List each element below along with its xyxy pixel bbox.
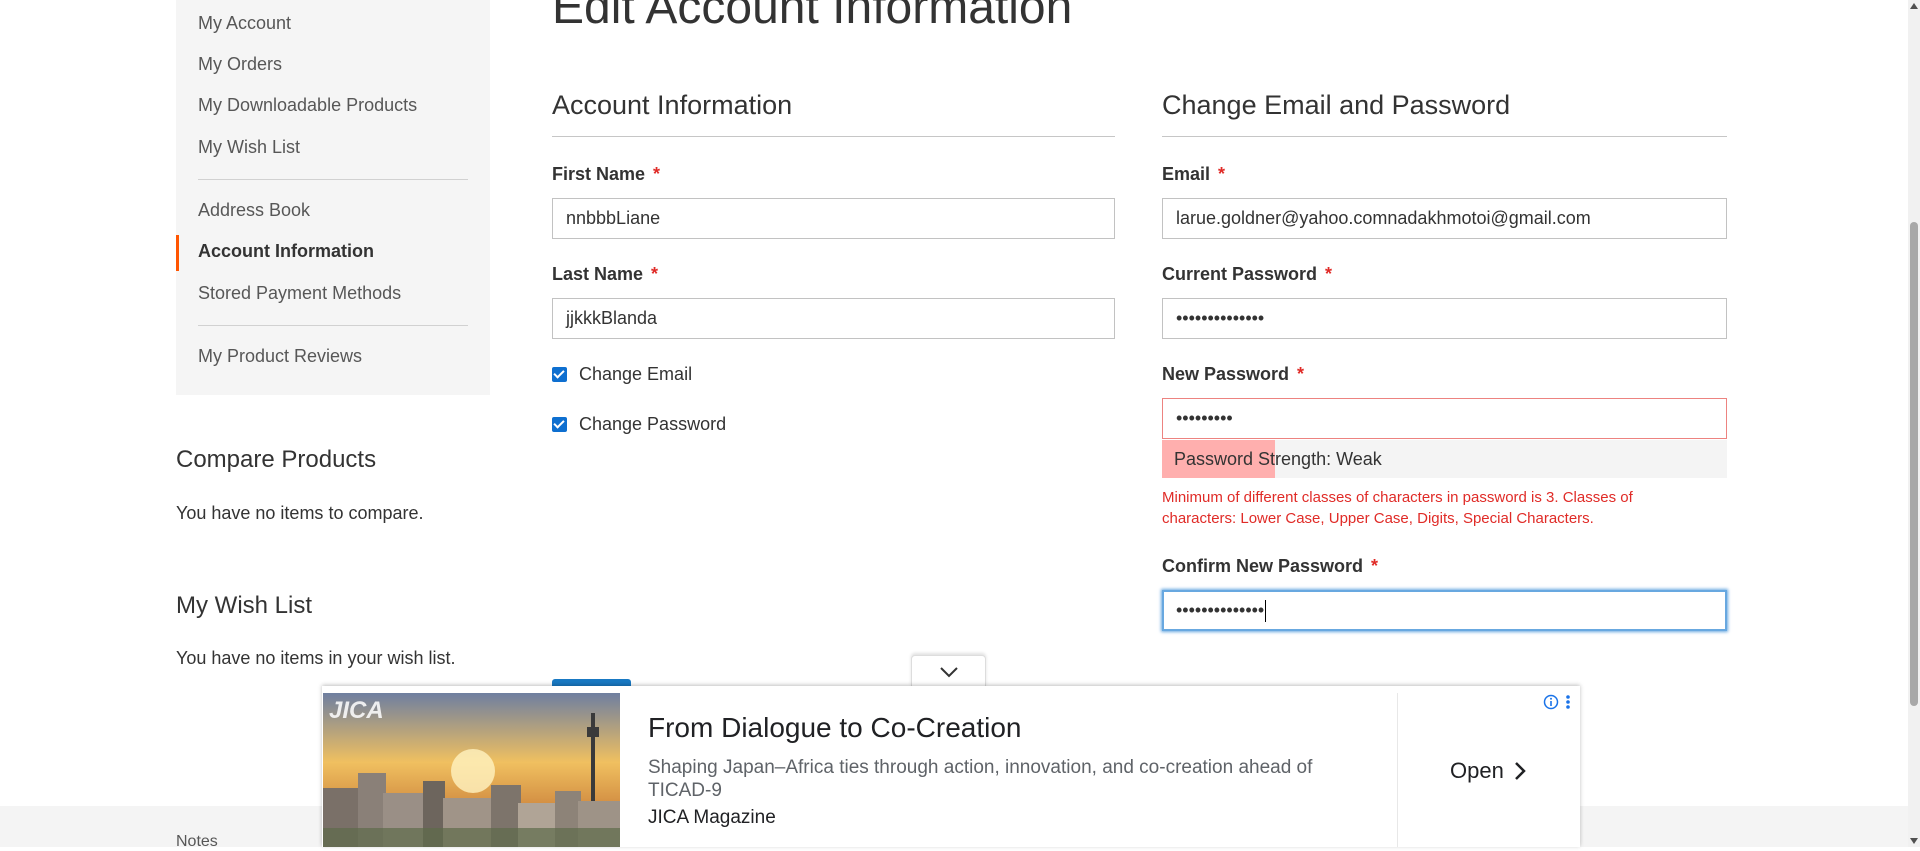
info-icon[interactable] bbox=[1543, 694, 1559, 710]
nav-item-stored-payment-methods[interactable]: Stored Payment Methods bbox=[198, 283, 401, 304]
nav-item-product-reviews[interactable]: My Product Reviews bbox=[198, 346, 362, 367]
current-password-label: Current Password * bbox=[1162, 264, 1333, 284]
ad-open-label[interactable]: Open bbox=[1450, 758, 1504, 784]
change-password-checkbox[interactable] bbox=[552, 417, 567, 432]
required-mark: * bbox=[1325, 264, 1333, 284]
legend-divider bbox=[1162, 136, 1727, 137]
ad-source[interactable]: JICA Magazine bbox=[648, 807, 776, 829]
ad-divider bbox=[1397, 693, 1398, 847]
change-email-checkbox[interactable] bbox=[552, 367, 567, 382]
required-mark: * bbox=[1371, 556, 1379, 576]
page-scrollbar[interactable] bbox=[1908, 0, 1920, 847]
change-password-option[interactable]: Change Password bbox=[552, 414, 726, 435]
wishlist-title: My Wish List bbox=[176, 592, 313, 619]
email-input[interactable]: larue.goldner@yahoo.comnadakhmotoi@gmail… bbox=[1162, 198, 1727, 239]
change-email-label[interactable]: Change Email bbox=[579, 364, 692, 385]
legend-divider bbox=[552, 136, 1115, 137]
nav-active-indicator bbox=[176, 235, 179, 271]
scroll-down-icon[interactable] bbox=[1908, 835, 1920, 847]
last-name-label: Last Name * bbox=[552, 264, 659, 284]
required-mark: * bbox=[1218, 164, 1226, 184]
new-password-input[interactable]: ••••••••• bbox=[1162, 398, 1727, 439]
text-cursor bbox=[1265, 600, 1267, 623]
more-options-icon[interactable] bbox=[1565, 694, 1571, 710]
password-strength-meter: Password Strength: Weak bbox=[1162, 440, 1727, 478]
ad-open-button[interactable]: Open bbox=[1450, 758, 1526, 784]
compare-products-title: Compare Products bbox=[176, 446, 377, 473]
account-information-legend: Account Information bbox=[552, 90, 793, 120]
email-label: Email * bbox=[1162, 164, 1226, 184]
required-mark: * bbox=[1297, 364, 1305, 384]
nav-item-address-book[interactable]: Address Book bbox=[198, 200, 310, 221]
wishlist-empty-text: You have no items in your wish list. bbox=[176, 648, 456, 668]
confirm-password-input[interactable]: •••••••••••••• bbox=[1162, 590, 1727, 631]
confirm-password-label: Confirm New Password * bbox=[1162, 556, 1379, 576]
change-email-option[interactable]: Change Email bbox=[552, 364, 692, 385]
confirm-password-value: •••••••••••••• bbox=[1176, 600, 1265, 620]
nav-item-downloadable-products[interactable]: My Downloadable Products bbox=[198, 95, 417, 116]
new-password-error: Minimum of different classes of characte… bbox=[1162, 489, 1633, 527]
last-name-input[interactable]: jjkkkBlanda bbox=[552, 298, 1115, 339]
chevron-down-icon bbox=[939, 666, 958, 677]
nav-divider bbox=[198, 179, 468, 180]
nav-item-wish-list[interactable]: My Wish List bbox=[198, 137, 300, 158]
required-mark: * bbox=[653, 164, 661, 184]
compare-empty-text: You have no items to compare. bbox=[176, 503, 424, 523]
nav-divider bbox=[198, 325, 468, 326]
first-name-label: First Name * bbox=[552, 164, 661, 184]
ad-info-controls bbox=[1543, 694, 1571, 710]
password-strength-text: Password Strength: Weak bbox=[1174, 449, 1382, 469]
nav-item-my-orders[interactable]: My Orders bbox=[198, 54, 282, 75]
page-title: Edit Account Information bbox=[552, 0, 1073, 34]
ad-headline[interactable]: From Dialogue to Co-Creation bbox=[648, 712, 1022, 744]
chevron-right-icon bbox=[1514, 762, 1526, 780]
change-password-label[interactable]: Change Password bbox=[579, 414, 726, 435]
ad-logo: JICA bbox=[329, 697, 384, 724]
new-password-label: New Password * bbox=[1162, 364, 1305, 384]
ad-banner[interactable]: JICA From Dialogue to Co-Creation Shapin… bbox=[322, 686, 1580, 847]
ad-collapse-button[interactable] bbox=[911, 655, 986, 687]
scroll-up-icon[interactable] bbox=[1908, 0, 1920, 12]
first-name-input[interactable]: nnbbbLiane bbox=[552, 198, 1115, 239]
scrollbar-thumb[interactable] bbox=[1910, 222, 1918, 706]
current-password-input[interactable]: •••••••••••••• bbox=[1162, 298, 1727, 339]
ad-image[interactable]: JICA bbox=[323, 693, 620, 847]
ad-description[interactable]: Shaping Japan–Africa ties through action… bbox=[648, 756, 1338, 802]
footer-link[interactable]: Notes bbox=[176, 833, 218, 851]
nav-item-account-information[interactable]: Account Information bbox=[198, 241, 374, 262]
nav-item-my-account[interactable]: My Account bbox=[198, 13, 291, 34]
required-mark: * bbox=[651, 264, 659, 284]
change-email-password-legend: Change Email and Password bbox=[1162, 90, 1511, 120]
account-nav: My Account My Orders My Downloadable Pro… bbox=[176, 0, 490, 395]
